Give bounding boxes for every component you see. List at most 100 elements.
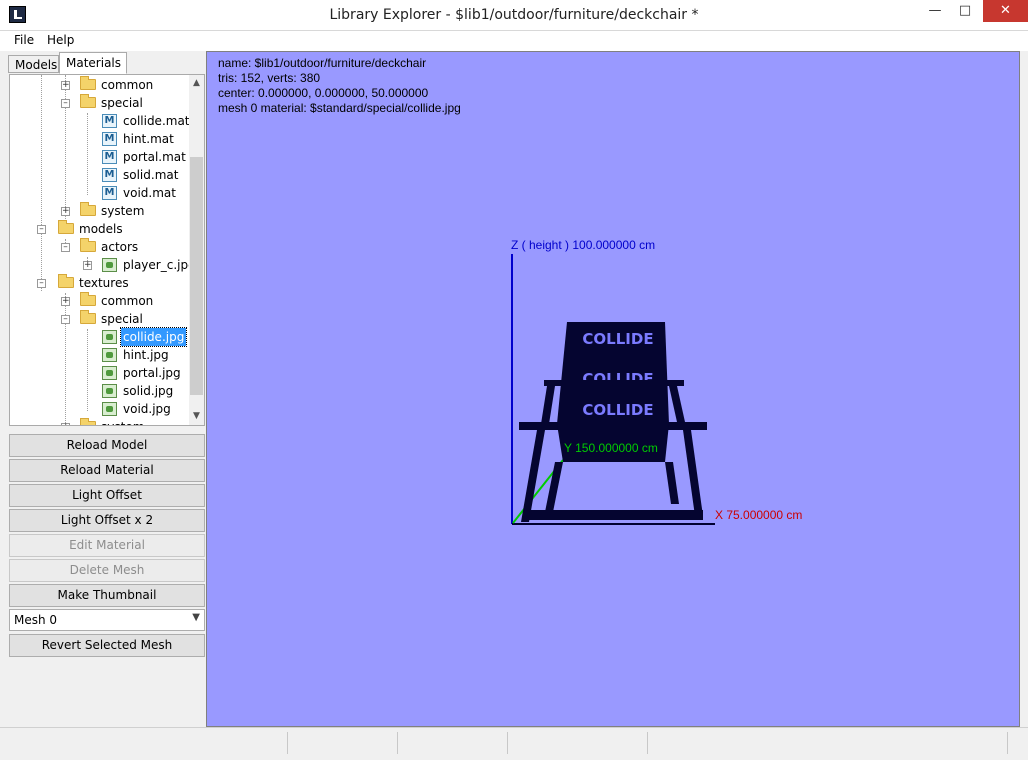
tree-item-hint-mat[interactable]: M hint.mat [10,130,190,148]
maximize-icon[interactable]: □ [948,0,982,22]
tree-item-label: collide.mat [123,114,190,128]
collapse-icon[interactable]: – [37,225,46,234]
expand-icon[interactable]: + [61,207,70,216]
image-icon [102,402,117,416]
tab-models[interactable]: Models [8,55,59,73]
tree-item-portal-jpg[interactable]: portal.jpg [10,364,190,382]
x-axis-label: X 75.000000 cm [715,508,803,522]
tree-item-models[interactable]: – models [10,220,190,238]
tree-item-portal-mat[interactable]: M portal.mat [10,148,190,166]
tree-item-collide-mat[interactable]: M collide.mat [10,112,190,130]
tab-materials[interactable]: Materials [59,52,127,74]
folder-icon [80,310,96,324]
collapse-icon[interactable]: – [61,99,70,108]
expand-icon[interactable]: + [83,261,92,270]
material-icon: M [102,150,117,164]
mesh-select[interactable]: Mesh 0 ▼ [9,609,205,631]
folder-icon [80,238,96,252]
folder-icon [80,76,96,90]
folder-icon [80,202,96,216]
tree-item-solid-jpg[interactable]: solid.jpg [10,382,190,400]
revert-selected-mesh-button[interactable]: Revert Selected Mesh [9,634,205,657]
tree-item-label: common [101,294,154,308]
status-separator [507,732,508,754]
close-icon[interactable]: ✕ [983,0,1028,22]
chair-arm-support [541,386,555,424]
menu-file[interactable]: File [14,33,34,47]
tree-item-label: hint.jpg [123,348,169,362]
edit-material-button[interactable]: Edit Material [9,534,205,557]
folder-icon [80,292,96,306]
delete-mesh-button[interactable]: Delete Mesh [9,559,205,582]
status-separator [287,732,288,754]
image-icon [102,258,117,272]
tree-item-hint-jpg[interactable]: hint.jpg [10,346,190,364]
tree-item-label: textures [79,276,129,290]
tree-item-collide-jpg[interactable]: collide.jpg [10,327,190,347]
tree-item-system[interactable]: + system [10,202,190,220]
y-axis-label: Y 150.000000 cm [564,441,658,455]
chevron-down-icon[interactable]: ▼ [192,612,200,623]
tree-scrollbar[interactable]: ▲ ▼ [189,75,204,425]
tree-item-common[interactable]: + common [10,76,190,94]
status-separator [647,732,648,754]
collapse-icon[interactable]: – [61,315,70,324]
tree-item-special[interactable]: – special [10,94,190,112]
tree-item-textures[interactable]: – textures [10,274,190,292]
tree-item-label: void.jpg [123,402,171,416]
light-offset-button[interactable]: Light Offset [9,484,205,507]
image-icon [102,384,117,398]
minimize-icon[interactable]: — [918,0,952,22]
scroll-up-icon[interactable]: ▲ [189,75,204,92]
tree-item-void-mat[interactable]: M void.mat [10,184,190,202]
tree-item-solid-mat[interactable]: M solid.mat [10,166,190,184]
tree-item-label: collide.jpg [119,327,188,347]
tree-item-special[interactable]: – special [10,310,190,328]
scroll-down-icon[interactable]: ▼ [189,408,204,425]
expand-icon[interactable]: + [61,297,70,306]
tree-item-label: portal.mat [123,150,186,164]
model-viewport[interactable]: name: $lib1/outdoor/furniture/deckchair … [206,51,1020,727]
chair-leg [521,430,545,522]
image-icon [102,330,117,344]
tree-item-label: system [101,418,144,425]
z-axis-label: Z ( height ) 100.000000 cm [511,238,656,252]
tree-item-label: special [101,312,143,326]
collapse-icon[interactable]: – [37,279,46,288]
tree-item-player-c-jpg[interactable]: + player_c.jpg [10,256,196,274]
light-offset-x2-button[interactable]: Light Offset x 2 [9,509,205,532]
tree-item-common[interactable]: + common [10,292,190,310]
scroll-thumb[interactable] [190,157,203,395]
tree-item-label: common [101,78,154,92]
reload-model-button[interactable]: Reload Model [9,434,205,457]
menu-bar: File Help [0,31,1028,51]
texture-text: COLLIDE [582,401,653,419]
status-separator [397,732,398,754]
tree-item-system[interactable]: + system [10,418,190,425]
image-icon [102,348,117,362]
tree-item-label: system [101,204,145,218]
texture-text: COLLIDE [582,330,653,348]
tree-item-label: portal.jpg [123,366,181,380]
folder-icon [80,418,96,425]
chair-leg [683,430,703,516]
material-icon: M [102,132,117,146]
status-bar [0,727,1028,760]
collapse-icon[interactable]: – [61,243,70,252]
tree-item-actors[interactable]: – actors [10,238,190,256]
chair-leg [545,462,563,512]
reload-material-button[interactable]: Reload Material [9,459,205,482]
make-thumbnail-button[interactable]: Make Thumbnail [9,584,205,607]
material-icon: M [102,168,117,182]
chair-base-rail [523,510,703,520]
tree-item-void-jpg[interactable]: void.jpg [10,400,190,418]
chair-armrest [544,380,684,386]
material-tree[interactable]: + common – special M collide.mat M hint.… [9,74,205,426]
folder-icon [58,274,74,288]
tree-item-label: actors [101,240,139,254]
expand-icon[interactable]: + [61,81,70,90]
menu-help[interactable]: Help [47,33,74,47]
chair-leg [665,462,679,504]
folder-icon [80,94,96,108]
expand-icon[interactable]: + [61,423,70,425]
